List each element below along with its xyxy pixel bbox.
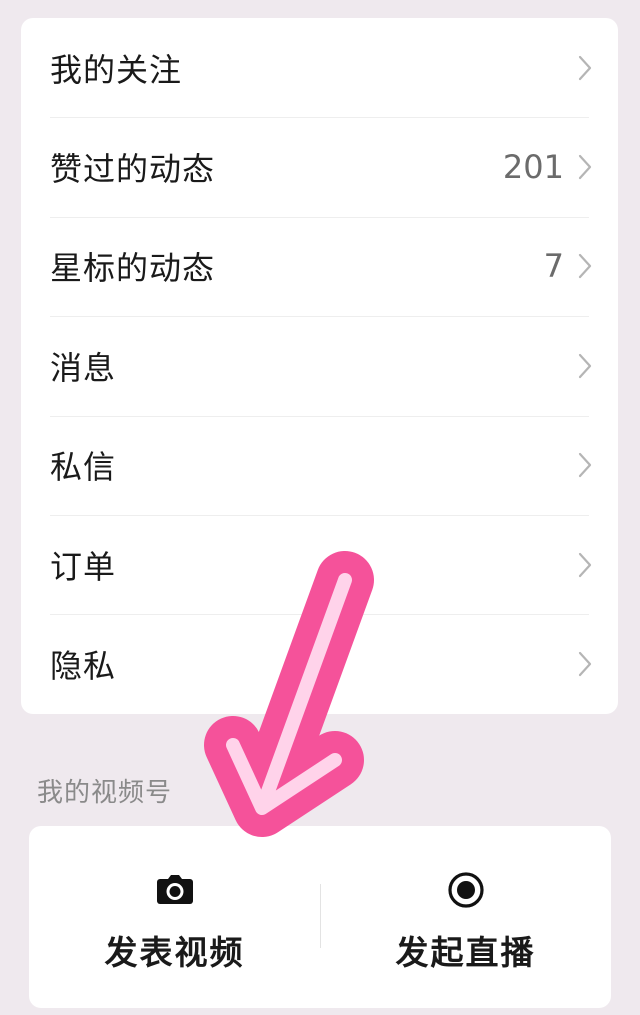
channels-card: 发表视频 发起直播 [29,826,611,1008]
menu-item-label: 私信 [50,448,117,487]
menu-item-label: 订单 [50,547,117,586]
publish-video-label: 发表视频 [104,933,245,972]
record-icon [447,872,484,908]
menu-item-right [578,515,592,614]
publish-video-button[interactable]: 发表视频 [29,826,320,1008]
menu-item-right: 201 [503,117,592,216]
menu-item-starred-posts[interactable]: 星标的动态 7 [21,216,618,316]
chevron-right-icon [578,55,592,80]
menu-item-private-messages[interactable]: 私信 [21,415,618,515]
camera-icon [156,875,193,904]
liked-count: 201 [502,148,564,187]
menu-item-my-follows[interactable]: 我的关注 [21,18,618,117]
menu-item-label: 星标的动态 [50,249,216,288]
menu-item-label: 隐私 [50,647,117,686]
chevron-right-icon [578,552,592,577]
menu-card: 我的关注 赞过的动态 201 星标的动态 7 消息 私信 订单 隐私 [21,18,618,714]
go-live-label: 发起直播 [395,933,536,972]
menu-item-messages[interactable]: 消息 [21,316,618,415]
go-live-button[interactable]: 发起直播 [320,826,611,1008]
menu-item-right [578,614,592,713]
menu-item-privacy[interactable]: 隐私 [21,614,618,713]
menu-item-liked-posts[interactable]: 赞过的动态 201 [21,117,618,216]
chevron-right-icon [578,154,592,180]
chevron-right-icon [578,651,592,677]
starred-count: 7 [543,247,564,286]
chevron-right-icon [578,254,592,279]
menu-item-label: 消息 [50,348,117,387]
menu-item-right [578,18,592,117]
channels-section-title: 我的视频号 [37,778,173,808]
menu-item-right [578,316,592,415]
menu-item-label: 赞过的动态 [50,150,216,189]
menu-item-orders[interactable]: 订单 [21,514,618,614]
menu-item-right: 7 [544,217,592,316]
menu-item-right [578,416,592,515]
menu-item-label: 我的关注 [50,50,183,89]
chevron-right-icon [578,353,592,378]
chevron-right-icon [578,453,592,478]
